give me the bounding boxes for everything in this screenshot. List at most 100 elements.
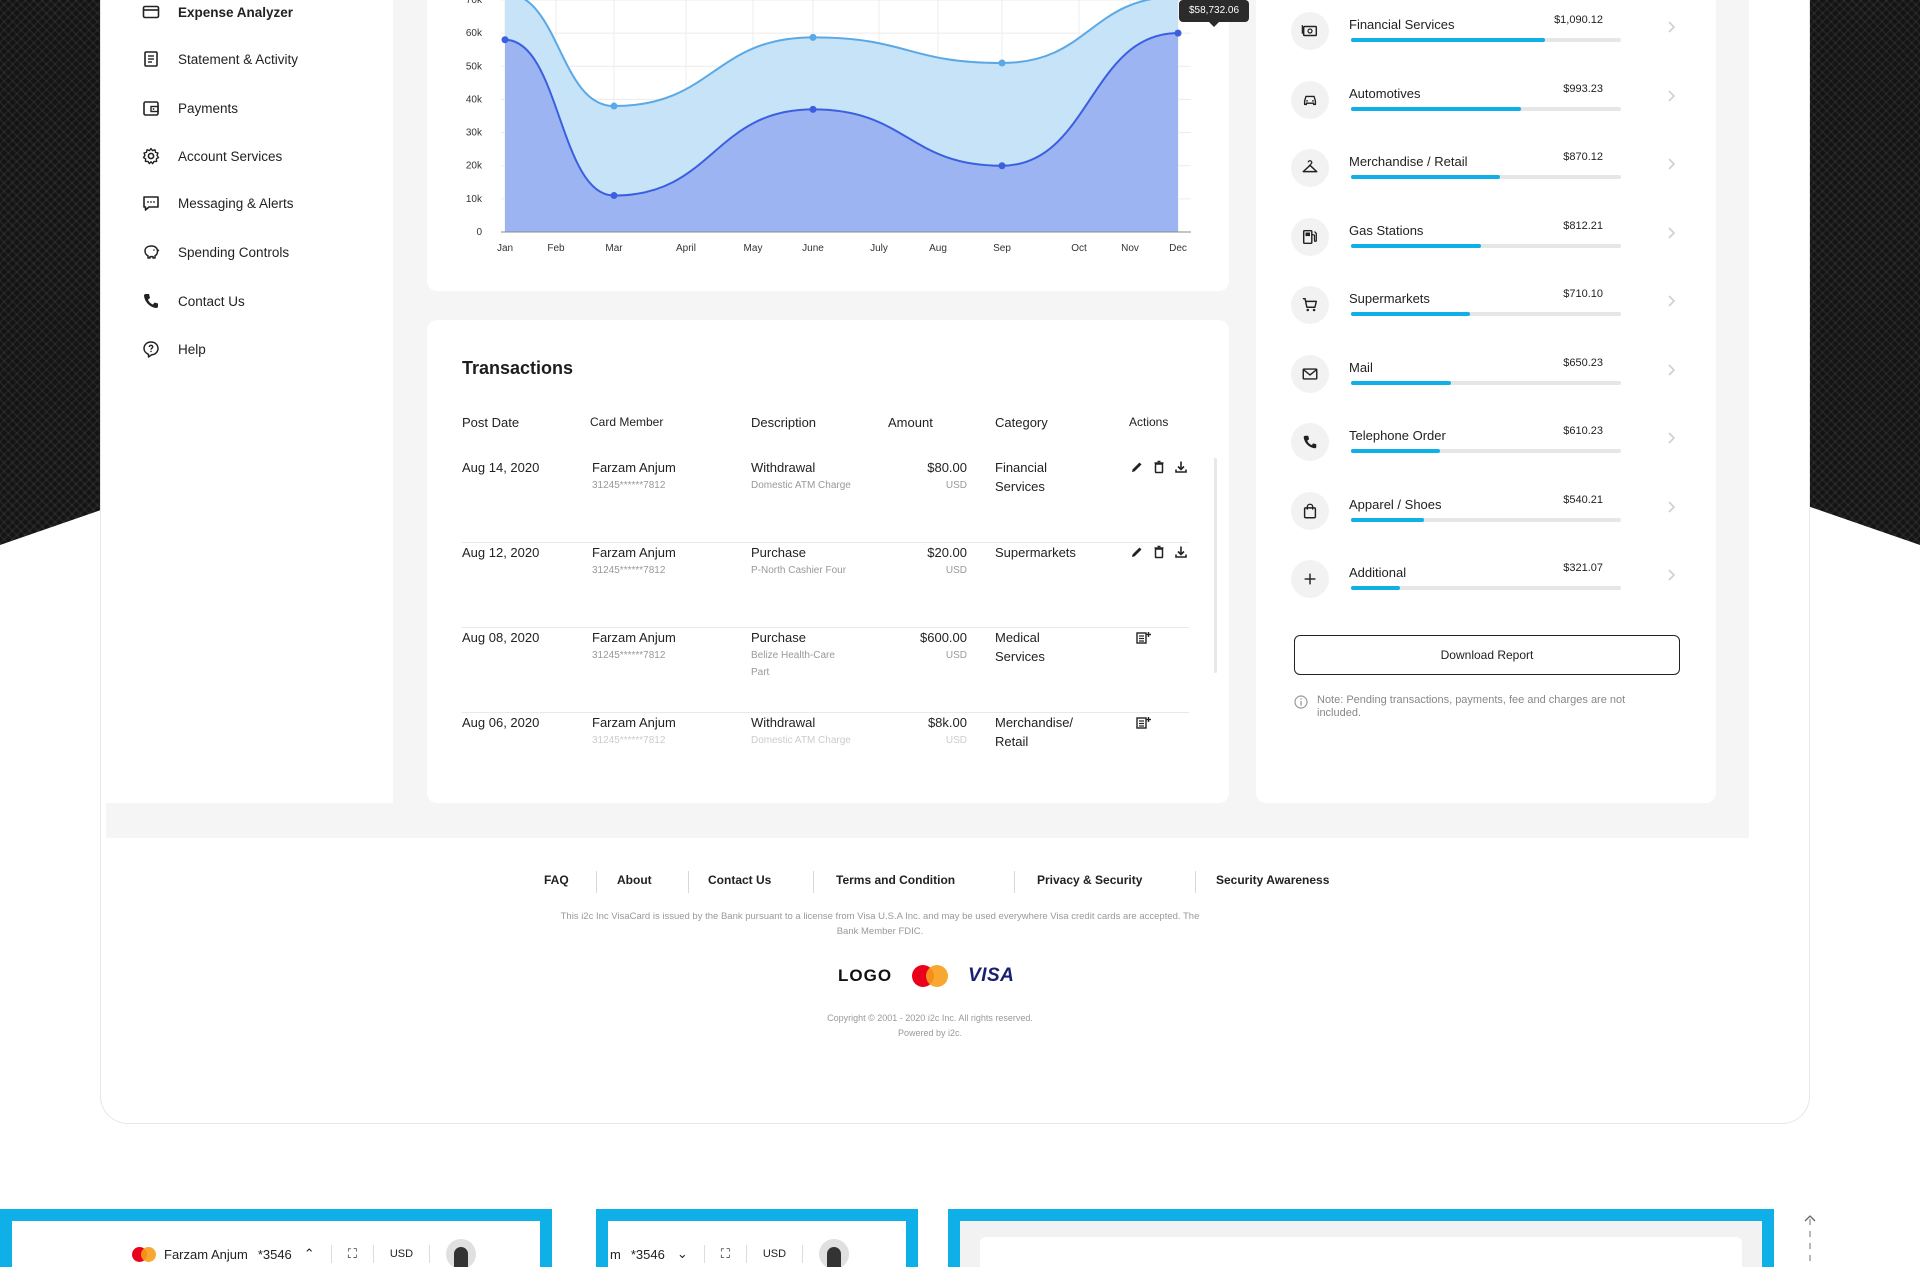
- visa-logo: VISA: [968, 965, 1015, 986]
- sidebar-item-contact-us[interactable]: Contact Us: [141, 291, 245, 311]
- category-progress-fill: [1351, 106, 1522, 111]
- table-row[interactable]: Aug 08, 2020 Farzam Anjum 31245******781…: [462, 628, 1189, 713]
- sidebar-item-account-services[interactable]: Account Services: [141, 146, 282, 166]
- chevron-right-icon[interactable]: [1664, 89, 1678, 103]
- x-tick-label: July: [870, 243, 888, 254]
- download-icon[interactable]: [1174, 545, 1188, 559]
- sidebar-item-statement[interactable]: Statement & Activity: [141, 49, 298, 69]
- amount-value: $8k.00: [927, 715, 967, 730]
- category-progress-fill: [1351, 38, 1546, 42]
- fullscreen-icon[interactable]: ⛶: [721, 1246, 730, 1262]
- sidebar-item-expense-analyzer[interactable]: Expense Analyzer: [141, 2, 293, 22]
- category-item[interactable]: Financial Services $1,090.12: [1291, 12, 1681, 62]
- category-name: Supermarkets: [1349, 291, 1430, 306]
- table-row[interactable]: Aug 14, 2020 Farzam Anjum 31245******781…: [462, 458, 1189, 543]
- category-item[interactable]: Mail $650.23: [1291, 354, 1681, 405]
- sidebar-item-messaging-alerts[interactable]: Messaging & Alerts: [141, 193, 294, 213]
- chevron-right-icon[interactable]: [1664, 294, 1678, 308]
- category-amount: $610.23: [1563, 425, 1603, 437]
- category-name: Gas Stations: [1349, 222, 1424, 238]
- card-number: 31245******7812: [592, 565, 666, 576]
- add-note-icon[interactable]: [1132, 715, 1154, 729]
- chevron-right-icon[interactable]: [1664, 157, 1678, 171]
- amount-currency: USD: [945, 480, 967, 491]
- category-progress-fill: [1351, 586, 1400, 590]
- category-item[interactable]: Automotives $993.23: [1291, 80, 1681, 131]
- edit-icon[interactable]: [1130, 460, 1144, 474]
- y-tick-label: 10k: [466, 194, 483, 205]
- scroll-to-top-icon[interactable]: [1803, 1213, 1817, 1267]
- chevron-right-icon[interactable]: [1664, 363, 1678, 377]
- card-member-name: Farzam Anjum: [592, 630, 676, 645]
- sidebar: Expense Analyzer Statement & Activity Pa…: [106, 0, 393, 803]
- amount-value: $600.00: [920, 630, 967, 645]
- chevron-right-icon[interactable]: [1664, 431, 1678, 445]
- footer-link-privacy[interactable]: Privacy & Security: [1037, 873, 1142, 887]
- x-tick-label: May: [744, 243, 763, 254]
- hanger-icon: [1302, 160, 1318, 173]
- category-progress-fill: [1351, 175, 1500, 179]
- category-name: Merchandise / Retail: [1349, 154, 1468, 169]
- sidebar-item-help[interactable]: Help: [141, 339, 206, 359]
- category-item[interactable]: Supermarkets $710.10: [1291, 286, 1681, 336]
- card-suffix: *3546: [630, 1246, 665, 1262]
- sidebar-item-payments[interactable]: Payments: [141, 98, 238, 118]
- delete-icon[interactable]: [1152, 460, 1166, 474]
- edit-icon[interactable]: [1130, 545, 1144, 559]
- category-icon-wrap: [1291, 80, 1329, 119]
- delete-icon[interactable]: [1152, 545, 1166, 559]
- description-title: Purchase: [751, 545, 806, 560]
- footer-link-security-awareness[interactable]: Security Awareness: [1216, 873, 1329, 887]
- chevron-right-icon[interactable]: [1664, 226, 1678, 240]
- category-name: Mail: [1349, 359, 1373, 375]
- chevron-right-icon[interactable]: [1664, 20, 1678, 34]
- description-detail: Domestic ATM Charge: [751, 480, 851, 491]
- card-number: 31245******7812: [592, 650, 666, 661]
- avatar[interactable]: [819, 1239, 850, 1267]
- chevron-right-icon[interactable]: [1664, 500, 1678, 514]
- footer-logos: LOGO VISA: [838, 965, 1014, 987]
- x-tick-label: Jan: [497, 243, 513, 254]
- category-item[interactable]: Telephone Order $610.23: [1291, 423, 1681, 473]
- footer-link-terms[interactable]: Terms and Condition: [836, 873, 955, 887]
- chevron-up-icon[interactable]: ⌃: [304, 1246, 315, 1262]
- x-tick-label: Nov: [1121, 243, 1139, 254]
- download-report-button[interactable]: Download Report: [1294, 635, 1680, 675]
- sidebar-item-spending-controls[interactable]: Spending Controls: [141, 242, 289, 262]
- category-icon-wrap: [1291, 286, 1329, 324]
- chevron-down-icon[interactable]: ⌄: [677, 1246, 688, 1262]
- table-row[interactable]: Aug 06, 2020 Farzam Anjum 31245******781…: [462, 713, 1189, 798]
- add-note-icon[interactable]: [1132, 630, 1154, 644]
- category-value: Supermarkets: [995, 545, 1076, 560]
- category-item[interactable]: Merchandise / Retail $870.12: [1291, 149, 1681, 199]
- avatar[interactable]: [446, 1239, 477, 1267]
- piggy-bank-icon: [144, 245, 160, 259]
- fullscreen-icon[interactable]: ⛶: [348, 1246, 357, 1262]
- divider: [372, 1245, 374, 1263]
- footer-link-about[interactable]: About: [617, 873, 652, 887]
- category-item[interactable]: Gas Stations $812.21: [1291, 217, 1681, 268]
- amount-currency: USD: [945, 735, 967, 746]
- table-row[interactable]: Aug 12, 2020 Farzam Anjum 31245******781…: [462, 543, 1189, 628]
- currency-selector[interactable]: USD: [763, 1248, 786, 1260]
- footer-link-faq[interactable]: FAQ: [544, 873, 569, 887]
- phone-icon: [1303, 435, 1317, 449]
- footer-divider: [1195, 871, 1196, 893]
- divider: [802, 1245, 804, 1263]
- card-number: 31245******7812: [592, 480, 666, 491]
- sidebar-item-label: Contact Us: [178, 293, 245, 309]
- category-icon-wrap: [1291, 491, 1329, 530]
- transactions-scrollbar[interactable]: [1214, 458, 1217, 673]
- category-name: Telephone Order: [1349, 428, 1446, 443]
- currency-selector[interactable]: USD: [390, 1248, 413, 1260]
- y-tick-label: 30k: [466, 128, 483, 139]
- download-icon[interactable]: [1174, 460, 1188, 474]
- chevron-right-icon[interactable]: [1664, 568, 1678, 582]
- powered-by-text: Powered by i2c.: [897, 1028, 963, 1038]
- category-item[interactable]: Apparel / Shoes $540.21: [1291, 491, 1681, 542]
- footer-link-contact-us[interactable]: Contact Us: [708, 873, 771, 887]
- category-item[interactable]: Additional $321.07: [1291, 560, 1681, 610]
- category-amount: $870.12: [1563, 151, 1603, 163]
- amount-currency: USD: [945, 565, 967, 576]
- category-progress-track: [1351, 312, 1621, 316]
